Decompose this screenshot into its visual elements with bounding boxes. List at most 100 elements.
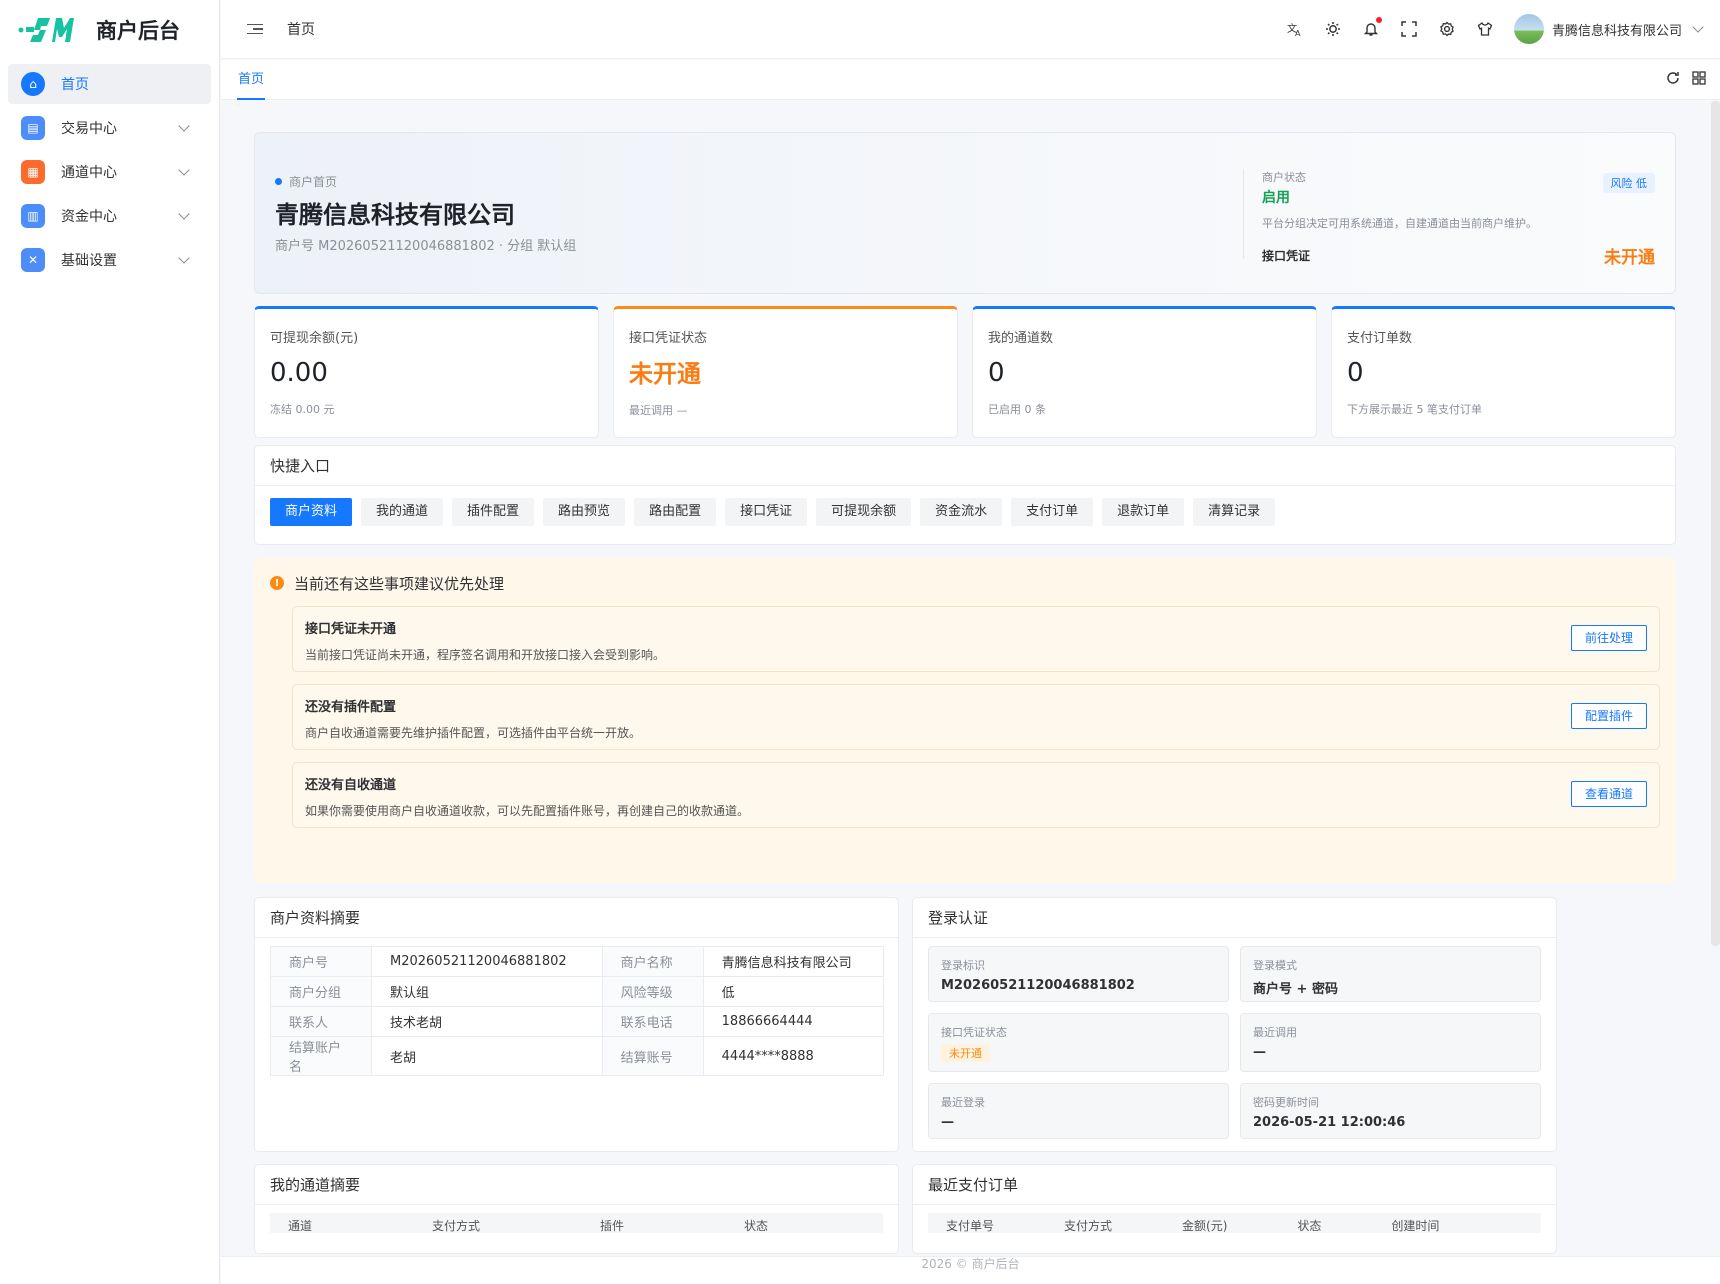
document-icon: ▥ — [21, 204, 45, 228]
card-title: 我的通道摘要 — [255, 1165, 898, 1205]
sidebar-item-3[interactable]: ▥ 资金中心 — [8, 196, 211, 236]
sidebar-item-4[interactable]: ✕ 基础设置 — [8, 240, 211, 280]
stat-label: 支付订单数 — [1347, 331, 1413, 346]
scrollbar[interactable] — [1711, 101, 1720, 946]
sidebar-item-0[interactable]: ⌂ 首页 — [8, 64, 211, 104]
sidebar-item-label: 首页 — [61, 77, 89, 93]
column-header: 通道 — [288, 1219, 313, 1233]
sidebar-item-2[interactable]: ▦ 通道中心 — [8, 152, 211, 192]
notification-bell-icon[interactable] — [1362, 17, 1382, 38]
main-content: 商户首页 青腾信息科技有限公司 商户号 M2026052112004688180… — [221, 101, 1708, 1256]
hero-tag: 商户首页 — [275, 173, 337, 190]
status-value: 启用 — [1262, 190, 1290, 206]
quick-entry-button[interactable]: 退款订单 — [1102, 498, 1185, 526]
field-value: M2026052112004688180​2 — [941, 978, 1135, 993]
login-mode-box: 登录模式 商户号 + 密码 — [1240, 946, 1541, 1002]
sidebar-item-1[interactable]: ▤ 交易中心 — [8, 108, 211, 148]
table-header: 支付单号 支付方式 金额(元) 状态 创建时间 — [928, 1213, 1541, 1233]
field-value: — — [941, 1115, 954, 1130]
quick-entry-button[interactable]: 清算记录 — [1193, 498, 1276, 526]
sidebar-item-label: 交易中心 — [61, 121, 117, 137]
translate-icon[interactable]: 文A — [1286, 20, 1304, 38]
skin-shirt-icon[interactable] — [1476, 20, 1494, 38]
field-label: 密码更新时间 — [1253, 1096, 1319, 1109]
settings-gear-icon[interactable] — [1438, 20, 1456, 38]
summary-value: 青腾信息科技有限公司 — [702, 946, 885, 977]
summary-key: 商户号 — [270, 946, 372, 977]
quick-entry-button[interactable]: 我的通道 — [361, 498, 444, 526]
refresh-icon[interactable] — [1666, 71, 1680, 89]
notification-dot — [1375, 17, 1382, 23]
field-label: 登录标识 — [941, 959, 985, 972]
logo[interactable]: 商户后台 — [0, 0, 219, 60]
tab-home[interactable]: 首页 — [237, 60, 266, 100]
table-header: 通道 支付方式 插件 状态 — [270, 1213, 883, 1233]
quick-entry-button[interactable]: 路由配置 — [634, 498, 717, 526]
sidebar-item-label: 基础设置 — [61, 253, 117, 269]
summary-value: M2026052112004688180​2 — [371, 946, 603, 977]
view-channels-button[interactable]: 查看通道 — [1570, 781, 1647, 807]
table-row: 联系人 技术老胡 联系电话 18866664444 — [270, 1006, 885, 1037]
field-label: 接口凭证状态 — [941, 1026, 1007, 1039]
app-title: 商户后台 — [96, 19, 180, 43]
last-login-box: 最近登录 — — [928, 1083, 1229, 1139]
chevron-down-icon — [178, 208, 190, 220]
sidebar-item-label: 通道中心 — [61, 165, 117, 181]
handle-credential-button[interactable]: 前往处理 — [1570, 625, 1647, 651]
user-menu[interactable]: 青腾信息科技有限公司 — [1513, 14, 1704, 44]
column-header: 支付单号 — [946, 1219, 995, 1233]
table-row: 商户分组 默认组 风险等级低 — [270, 976, 885, 1007]
chevron-down-icon — [178, 164, 190, 176]
quick-entry-button[interactable]: 资金流水 — [920, 498, 1003, 526]
summary-value: 低 — [702, 976, 885, 1007]
todo-item-title: 还没有自收通道 — [305, 778, 397, 793]
status-dot-icon — [275, 178, 282, 185]
quick-entry-card: 快捷入口 商户资料 我的通道 插件配置 路由预览 路由配置 接口凭证 可提现余额 资金流水 支付… — [254, 445, 1676, 545]
stat-sub: 下方展示最近 5 笔支付订单 — [1347, 403, 1482, 416]
credential-label: 接口凭证 — [1262, 249, 1311, 263]
fullscreen-icon[interactable] — [1400, 20, 1418, 38]
credential-value: 未开通 — [1604, 248, 1655, 268]
stat-sub: 已启用 0 条 — [988, 403, 1046, 416]
quick-entry-button[interactable]: 接口凭证 — [725, 498, 808, 526]
quick-entry-button[interactable]: 插件配置 — [452, 498, 535, 526]
field-value: 2026-05-21 12:00:46 — [1253, 1115, 1406, 1130]
merchant-summary-card: 商户资料摘要 商户号 M2026052112004688180​2 商户名称 青腾信息… — [254, 897, 899, 1152]
quick-entry-button[interactable]: 商户资料 — [270, 498, 353, 526]
status-label: 商户状态 — [1262, 171, 1306, 184]
summary-value: 技术老胡 — [371, 1006, 603, 1037]
todo-item: 还没有自收通道 如果你需要使用商户自收通道收款，可以先配置插件账号，再创建自己的… — [292, 762, 1660, 828]
quick-buttons: 商户资料 我的通道 插件配置 路由预览 路由配置 接口凭证 可提现余额 资金流水 支付订单 退款订… — [255, 486, 1675, 538]
field-label: 最近登录 — [941, 1096, 985, 1109]
column-header: 状态 — [1297, 1219, 1322, 1233]
field-label: 最近调用 — [1253, 1026, 1297, 1039]
footer: 2026 © 商户后台 — [221, 1256, 1720, 1284]
channels-summary-card: 我的通道摘要 通道 支付方式 插件 状态 — [254, 1164, 899, 1254]
stat-sub: 冻结 0.00 元 — [270, 403, 335, 416]
quick-entry-button[interactable]: 支付订单 — [1011, 498, 1094, 526]
quick-entry-button[interactable]: 可提现余额 — [816, 498, 912, 526]
breadcrumb[interactable]: 首页 — [287, 19, 315, 39]
home-icon: ⌂ — [21, 72, 45, 96]
stat-credential: 接口凭证状态 未开通 最近调用 — — [613, 306, 958, 438]
theme-sun-icon[interactable] — [1324, 20, 1342, 38]
todo-item-title: 接口凭证未开通 — [305, 622, 397, 637]
stat-channels: 我的通道数 0 已启用 0 条 — [972, 306, 1317, 438]
stat-value: 0 — [988, 358, 1005, 388]
summary-value: 默认组 — [371, 976, 603, 1007]
stat-orders: 支付订单数 0 下方展示最近 5 笔支付订单 — [1331, 306, 1676, 438]
grid-view-icon[interactable] — [1692, 71, 1706, 89]
column-header: 金额(元) — [1182, 1219, 1228, 1233]
configure-plugin-button[interactable]: 配置插件 — [1570, 703, 1647, 729]
summary-key: 结算账户名 — [270, 1036, 372, 1076]
risk-badge: 风险 低 — [1602, 173, 1655, 193]
todo-item: 还没有插件配置 商户自收通道需要先维护插件配置，可选插件由平台统一开放。 配置插… — [292, 684, 1660, 750]
quick-entry-button[interactable]: 路由预览 — [543, 498, 626, 526]
stat-value: 未开通 — [629, 360, 701, 388]
menu-toggle-icon[interactable] — [247, 23, 263, 35]
merchant-hero-card: 商户首页 青腾信息科技有限公司 商户号 M2026052112004688180… — [254, 132, 1676, 294]
credential-status-box: 接口凭证状态 未开通 — [928, 1013, 1229, 1072]
summary-value: 18866664444 — [702, 1006, 885, 1037]
stat-label: 我的通道数 — [988, 331, 1054, 346]
summary-key: 风险等级 — [601, 976, 704, 1007]
